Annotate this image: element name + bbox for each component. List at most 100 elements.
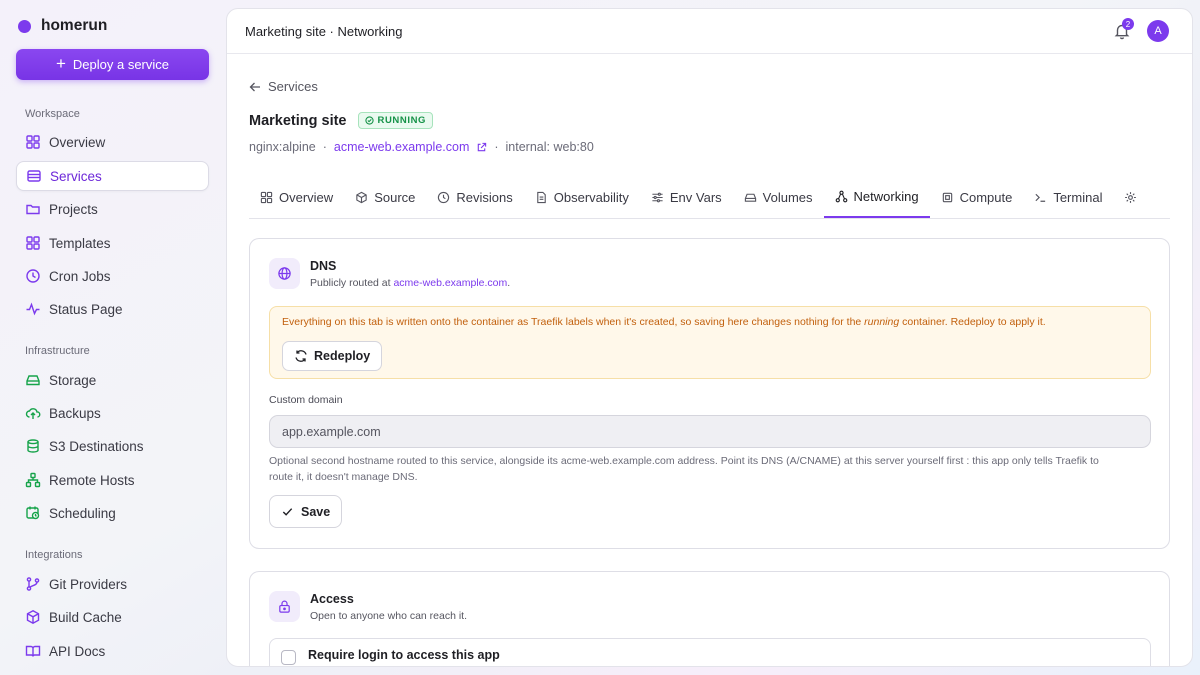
plus-icon: + — [55, 54, 66, 73]
tab-networking[interactable]: Networking — [823, 176, 930, 218]
back-label: Services — [268, 79, 318, 94]
sidebar-item-label: Projects — [49, 201, 98, 217]
sidebar-item-api-docs[interactable]: API Docs — [16, 636, 209, 666]
sidebar-item-s3-destinations[interactable]: S3 Destinations — [16, 431, 209, 461]
tab-terminal[interactable]: Terminal — [1023, 176, 1113, 218]
sidebar-item-remote-hosts[interactable]: Remote Hosts — [16, 465, 209, 495]
sidebar-item-label: Cron Jobs — [49, 268, 111, 284]
logo-dot-icon — [18, 19, 31, 33]
page-title: Marketing site — [249, 112, 347, 129]
sidebar-item-projects[interactable]: Projects — [16, 194, 209, 224]
sidebar-item-backups[interactable]: Backups — [16, 398, 209, 428]
dns-subtitle: Publicly routed at acme-web.example.com. — [310, 277, 510, 289]
sidebar-group-infrastructure: Infrastructure — [25, 345, 90, 357]
tab-compute[interactable]: Compute — [930, 176, 1024, 218]
redeploy-button[interactable]: Redeploy — [282, 341, 383, 371]
tab-label: Env Vars — [669, 189, 722, 205]
dns-subtitle-prefix: Publicly routed at — [310, 277, 394, 289]
custom-domain-help: Optional second hostname routed to this … — [269, 454, 1151, 485]
sidebar-item-label: API Docs — [49, 643, 106, 659]
sidebar-item-scheduling[interactable]: Scheduling — [16, 498, 209, 528]
access-card: Access Open to anyone who can reach it. … — [249, 571, 1170, 666]
sidebar-item-label: S3 Destinations — [49, 438, 144, 454]
tab-env-vars[interactable]: Env Vars — [640, 176, 733, 218]
sidebar-item-services[interactable]: Services — [16, 161, 209, 191]
tab-label: Overview — [279, 189, 334, 205]
tab-label: Observability — [553, 189, 629, 205]
sidebar-item-overview[interactable]: Overview — [16, 127, 209, 157]
custom-domain-input[interactable]: app.example.com — [269, 415, 1151, 448]
tab-label: Compute — [959, 189, 1013, 205]
back-to-services-link[interactable]: Services — [249, 79, 318, 94]
calendar-clock-icon — [26, 506, 40, 520]
service-domain-link[interactable]: acme-web.example.com — [334, 140, 469, 154]
sidebar-item-label: Backups — [49, 405, 101, 421]
tab-settings[interactable] — [1113, 176, 1148, 218]
dns-subtitle-suffix: . — [507, 277, 511, 289]
sidebar-item-label: Build Cache — [49, 609, 122, 625]
user-avatar[interactable]: A — [1147, 20, 1169, 42]
app-logo[interactable]: homerun — [18, 17, 107, 35]
deploy-service-button[interactable]: + Deploy a service — [16, 49, 209, 80]
save-button[interactable]: Save — [269, 495, 343, 528]
book-icon — [25, 645, 41, 657]
dns-domain-link[interactable]: acme-web.example.com — [393, 277, 507, 289]
tab-overview[interactable]: Overview — [249, 176, 344, 218]
access-subtitle: Open to anyone who can reach it. — [310, 610, 468, 622]
dns-card-icon — [269, 258, 300, 289]
notification-badge: 2 — [1122, 18, 1134, 30]
service-header: Marketing site RUNNING — [249, 112, 434, 129]
status-badge: RUNNING — [357, 112, 434, 129]
sidebar-item-storage[interactable]: Storage — [16, 365, 209, 395]
sidebar-item-label: Git Providers — [49, 576, 128, 592]
image-tag: nginx:alpine — [249, 140, 316, 154]
sidebar-item-label: Overview — [49, 134, 106, 150]
require-login-label: Require login to access this app — [308, 648, 500, 662]
grid-icon — [26, 135, 40, 149]
sidebar-item-label: Remote Hosts — [49, 472, 135, 488]
sidebar-item-templates[interactable]: Templates — [16, 228, 209, 258]
sidebar-item-status-page[interactable]: Status Page — [16, 294, 209, 324]
dns-title: DNS — [310, 259, 337, 273]
tab-revisions[interactable]: Revisions — [426, 176, 523, 218]
breadcrumb: Marketing site · Networking — [245, 23, 403, 39]
hard-drive-icon — [744, 193, 756, 202]
external-link-icon[interactable] — [476, 142, 487, 153]
tab-label: Networking — [853, 188, 919, 204]
hard-drive-icon — [26, 375, 40, 386]
tab-volumes[interactable]: Volumes — [733, 176, 824, 218]
help-line-1: Optional second hostname routed to this … — [269, 455, 1099, 467]
help-line-2: route it, it doesn't manage DNS. — [269, 470, 418, 483]
redeploy-warning: Everything on this tab is written onto t… — [269, 306, 1151, 379]
warning-text: Everything on this tab is written onto t… — [282, 316, 1046, 328]
main-panel: Marketing site · Networking 2 A Services… — [226, 8, 1193, 667]
sidebar-item-build-cache[interactable]: Build Cache — [16, 602, 209, 632]
templates-icon — [26, 236, 40, 250]
require-login-row[interactable]: Require login to access this app — [269, 638, 1151, 666]
sidebar-item-git-providers[interactable]: Git Providers — [16, 569, 209, 599]
warning-text-b: container. Redeploy to apply it. — [899, 316, 1046, 328]
service-meta: nginx:alpine · acme-web.example.com · in… — [249, 140, 594, 154]
sidebar-item-cron-jobs[interactable]: Cron Jobs — [16, 261, 209, 291]
sidebar-group-workspace: Workspace — [25, 108, 80, 120]
sidebar-item-label: Status Page — [49, 301, 123, 317]
dns-card: DNS Publicly routed at acme-web.example.… — [249, 238, 1170, 549]
top-bar: Marketing site · Networking 2 A — [227, 9, 1192, 54]
arrow-left-icon — [249, 82, 260, 91]
status-label: RUNNING — [377, 115, 427, 126]
grid-icon — [260, 191, 273, 203]
service-tabs: Overview Source Revisions Observability … — [249, 176, 1170, 219]
tab-source[interactable]: Source — [344, 176, 426, 218]
gear-icon — [1125, 191, 1137, 203]
tab-label: Source — [374, 189, 416, 205]
network-icon — [25, 472, 41, 488]
git-branch-icon — [26, 577, 40, 591]
require-login-checkbox[interactable] — [281, 650, 296, 665]
tab-observability[interactable]: Observability — [524, 176, 640, 218]
custom-domain-label: Custom domain — [269, 394, 343, 406]
box-icon — [356, 191, 367, 203]
meta-separator: · — [322, 140, 327, 154]
tab-label: Terminal — [1053, 189, 1103, 205]
cloud-upload-icon — [25, 408, 41, 419]
file-text-icon — [536, 191, 546, 203]
